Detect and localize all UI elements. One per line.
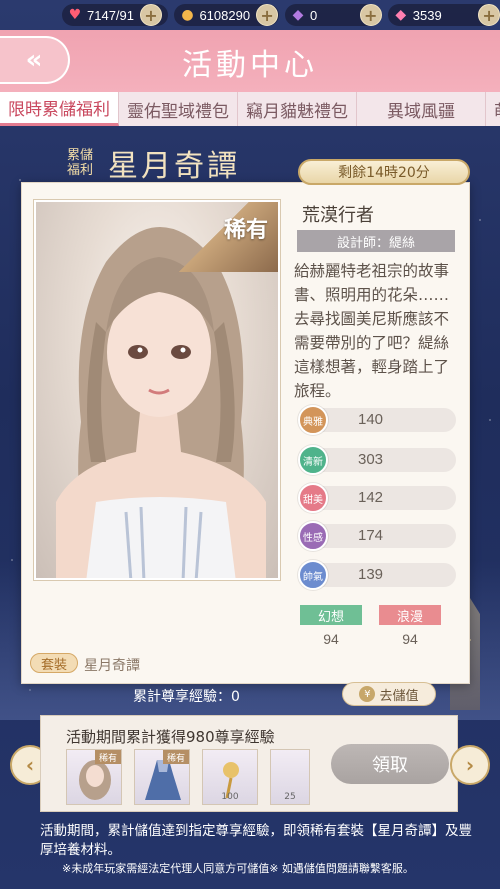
event-description: 活動期間，累計儲值達到指定尊享經驗，即領稀有套裝【星月奇譚】及豐厚培養材料。 <box>40 823 472 858</box>
time-left-badge: 剩餘14時20分 <box>298 159 470 185</box>
rarity-ribbon: 稀有 <box>168 202 278 272</box>
stat-cool: 帥氣 139 <box>298 560 456 590</box>
designer-label: 設計師：緹絲 <box>297 230 455 252</box>
coin-icon: ¥ <box>359 686 376 702</box>
outfit-name: 荒漠行者 <box>302 205 374 226</box>
gold-counter: ● 6108290 + <box>174 4 279 26</box>
stat-sweet-value: 142 <box>358 489 384 506</box>
reward-count: 25 <box>284 792 296 802</box>
pink-diamond-value: 3539 <box>412 7 442 23</box>
pink-diamond-icon: ◆ <box>395 7 407 23</box>
stamina-counter: ♥ 7147/91 + <box>62 4 169 26</box>
accumulated-exp: 累計尊享經驗：0 <box>133 689 240 705</box>
reward-item-dress[interactable]: 稀有 <box>134 749 190 805</box>
claim-button[interactable]: 領取 <box>331 744 449 784</box>
tab-sacred-domain-pack[interactable]: 靈佑聖域禮包 <box>119 92 238 126</box>
add-pink-diamond-button[interactable]: + <box>478 4 500 26</box>
rarity-label: 稀有 <box>223 217 268 243</box>
outfit-card: 稀有 荒漠行者 設計師：緹絲 給赫麗特老祖宗的故事書、照明用的花朵……去尋找圖美… <box>21 182 470 684</box>
reward-rarity-tag: 稀有 <box>163 750 189 764</box>
suit-name: 星月奇譚 <box>84 658 140 674</box>
stat-cool-badge: 帥氣 <box>298 560 328 590</box>
stat-sexy-value: 174 <box>358 527 384 544</box>
recharge-button[interactable]: ¥ 去儲值 <box>342 682 436 706</box>
stat-sexy-badge: 性感 <box>298 521 328 551</box>
stat-fresh-badge: 清新 <box>298 445 328 475</box>
reward-title: 活動期間累計獲得980尊享經驗 <box>66 728 275 746</box>
reward-panel: 活動期間累計獲得980尊享經驗 稀有 稀有 100 25 領取 <box>40 715 458 812</box>
outfit-portrait: 稀有 <box>34 200 280 580</box>
add-purple-diamond-button[interactable]: + <box>359 4 382 26</box>
stat-fresh: 清新 303 <box>298 445 456 475</box>
stat-elegant-badge: 典雅 <box>298 405 328 435</box>
reward-rarity-tag: 稀有 <box>95 750 121 764</box>
pink-diamond-counter: ◆ 3539 + <box>387 4 500 26</box>
purple-diamond-value: 0 <box>309 7 318 23</box>
heart-icon: ♥ <box>68 7 82 23</box>
stat-sweet-badge: 甜美 <box>298 483 328 513</box>
stat-sweet: 甜美 142 <box>298 483 456 513</box>
reward-count: 100 <box>221 792 239 802</box>
banner-title: 星月奇譚 <box>108 149 240 184</box>
stat-elegant-value: 140 <box>358 411 384 428</box>
activity-tabs: 限時累儲福利 靈佑聖域禮包 竊月貓魅禮包 異域風疆 萌蘭 <box>0 92 500 126</box>
gold-value: 6108290 <box>199 7 251 23</box>
add-gold-button[interactable]: + <box>256 4 279 26</box>
reward-item-material[interactable]: 100 <box>202 749 258 805</box>
outfit-description: 給赫麗特老祖宗的故事書、照明用的花朵……去尋找圖美尼斯應該不需要帶別的了吧？緹絲… <box>294 262 450 400</box>
tag-romance: 浪漫 <box>379 605 441 625</box>
purple-diamond-counter: ◆ 0 + <box>284 4 382 26</box>
cat-coin-icon: ● <box>181 7 194 23</box>
page-title: 活動中心 <box>182 48 318 83</box>
purple-diamond-icon: ◆ <box>292 7 304 23</box>
minor-recharge-notice: ※未成年玩家需經法定代理人同意方可儲值※ 如遇儲值問題請聯繫客服。 <box>62 862 414 875</box>
header: « 活動中心 <box>0 30 500 92</box>
tab-exotic-frontier[interactable]: 異域風疆 <box>357 92 486 126</box>
event-banner: 累儲 福利 星月奇譚 <box>60 140 240 186</box>
tab-more[interactable]: 萌蘭 <box>486 92 500 126</box>
tab-moon-cat-pack[interactable]: 竊月貓魅禮包 <box>238 92 357 126</box>
tag-romance-value: 94 <box>402 631 418 647</box>
stat-fresh-value: 303 <box>358 451 384 468</box>
tab-cumulative-recharge[interactable]: 限時累儲福利 <box>0 92 119 126</box>
stat-sexy: 性感 174 <box>298 521 456 551</box>
recharge-label: 去儲值 <box>379 688 419 704</box>
stat-elegant: 典雅 140 <box>298 405 456 435</box>
currency-bar: ♥ 7147/91 + ● 6108290 + ◆ 0 + ◆ 3539 + <box>0 0 500 30</box>
tag-fantasy: 幻想 <box>300 605 362 625</box>
stamina-value: 7147/91 <box>87 7 134 23</box>
reward-item-partial[interactable]: 25 <box>270 749 310 805</box>
stat-cool-value: 139 <box>358 566 384 583</box>
add-stamina-button[interactable]: + <box>140 4 162 26</box>
tag-fantasy-value: 94 <box>323 631 339 647</box>
reward-item-outfit-portrait[interactable]: 稀有 <box>66 749 122 805</box>
next-reward-button[interactable]: › <box>450 745 490 785</box>
banner-subtitle: 累儲 福利 <box>66 148 93 178</box>
suit-tag: 套裝 <box>30 653 78 673</box>
